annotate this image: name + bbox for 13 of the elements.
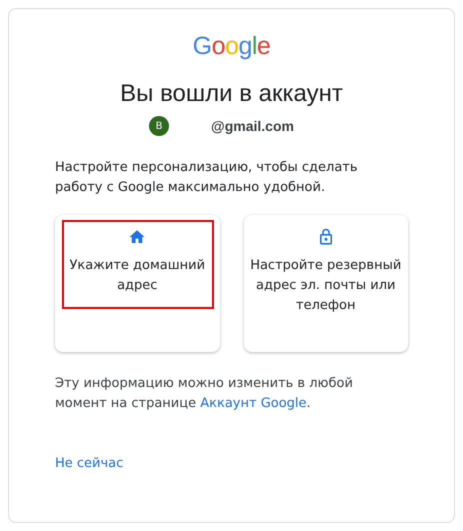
account-link[interactable]: Аккаунт Google — [200, 396, 307, 411]
google-logo: Google — [192, 31, 270, 61]
home-icon — [128, 228, 146, 246]
not-now-link[interactable]: Не сейчас — [55, 456, 124, 471]
avatar: B — [149, 116, 170, 136]
option-card[interactable]: Укажите домашний адрес — [55, 215, 220, 352]
card-label: Укажите домашний адрес — [68, 257, 206, 295]
card-label: Настройте резервный адрес эл. почты или телефон — [250, 257, 402, 315]
info-text: Эту информацию можно изменить в любой момент на странице Аккаунт Google. — [55, 375, 354, 413]
account-email: @gmail.com — [211, 118, 294, 134]
option-card[interactable]: Настройте резервный адрес эл. почты или телефон — [244, 215, 408, 352]
page-title: Вы вошли в аккаунт — [120, 79, 343, 109]
intro-text: Настройте персонализацию, чтобы сделать работу с Google максимально удобной. — [55, 159, 359, 197]
